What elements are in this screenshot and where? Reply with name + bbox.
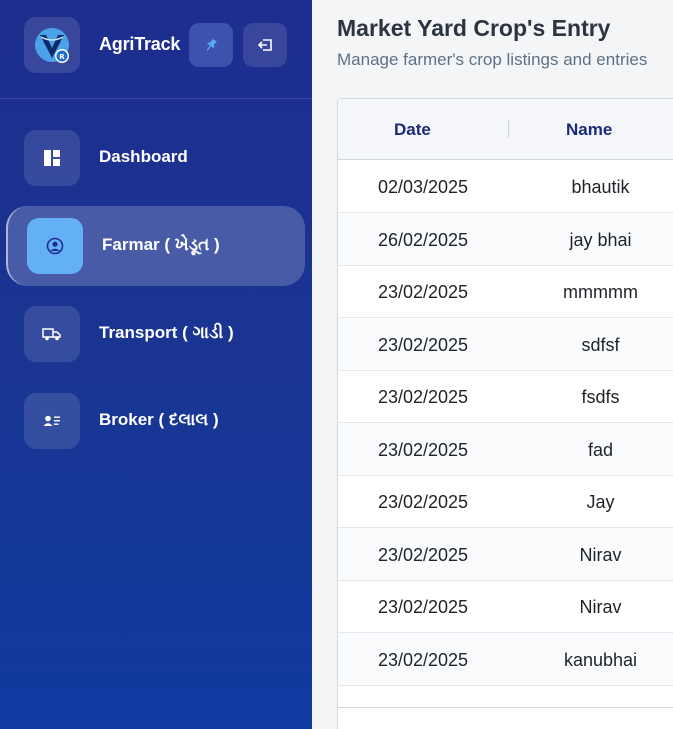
sidebar-item-label: Broker ( દલાલ ) — [99, 410, 219, 429]
pin-icon — [206, 38, 217, 51]
table-row[interactable]: 23/02/2025 kanubhai — [338, 633, 673, 686]
sidebar-item-farmar[interactable]: Farmar ( ખેડૂત ) — [6, 206, 305, 286]
app-logo[interactable]: R — [24, 17, 80, 73]
cell-date: 23/02/2025 — [377, 650, 469, 670]
column-divider[interactable] — [508, 120, 509, 138]
brand-header: R AgriTrack — [0, 0, 312, 99]
cell-date: 23/02/2025 — [377, 335, 469, 355]
cell-name: kanubhai — [563, 650, 638, 670]
column-header-name[interactable]: Name — [566, 120, 612, 140]
cell-name: Nirav — [579, 597, 622, 617]
page-title: Market Yard Crop's Entry — [337, 15, 611, 41]
cell-name: fad — [587, 440, 614, 460]
cell-date: 23/02/2025 — [377, 597, 469, 617]
sidebar-item-transport[interactable]: Transport ( ગાડી ) — [0, 294, 312, 374]
sidebar-item-label: Transport ( ગાડી ) — [99, 323, 234, 342]
logo-icon: R — [35, 28, 69, 63]
table-header: Date Name — [338, 99, 673, 160]
svg-text:R: R — [59, 53, 65, 61]
sidebar: R AgriTrack Dashboard Farmar (ખેડૂત) T… — [0, 0, 312, 729]
dashboard-icon — [24, 130, 80, 186]
cell-date: 23/02/2025 — [377, 282, 469, 302]
table-row[interactable]: 23/02/2025 fad — [338, 423, 673, 476]
table-footer-divider — [338, 707, 673, 708]
cell-name: bhautik — [571, 177, 630, 197]
cell-name: Nirav — [579, 545, 622, 565]
cell-date: 23/02/2025 — [377, 492, 469, 512]
sidebar-item-label: Dashboard — [99, 147, 188, 166]
table-row[interactable]: 23/02/2025 Nirav — [338, 580, 673, 633]
cell-name: fsdfs — [581, 387, 620, 407]
truck-icon — [24, 306, 80, 362]
id-card-icon — [24, 393, 80, 449]
cell-name: Jay — [586, 492, 615, 512]
main-content: Market Yard Crop's Entry Manage farmer's… — [312, 0, 673, 729]
table-row[interactable]: 23/02/2025 Nirav — [338, 528, 673, 581]
table-row[interactable]: 23/02/2025 Jay — [338, 475, 673, 528]
pin-sidebar-button[interactable] — [189, 23, 233, 67]
table-row[interactable]: 26/02/2025 jay bhai — [338, 213, 673, 266]
cell-date: 23/02/2025 — [377, 387, 469, 407]
cell-date: 23/02/2025 — [377, 545, 469, 565]
cell-name: jay bhai — [569, 230, 632, 250]
cell-date: 02/03/2025 — [377, 177, 469, 197]
app-name: AgriTrack — [99, 34, 181, 54]
table-row[interactable]: 23/02/2025 fsdfs — [338, 370, 673, 423]
table-row[interactable]: 02/03/2025 bhautik — [338, 160, 673, 213]
table-row[interactable]: 23/02/2025 mmmmm — [338, 265, 673, 318]
column-header-date[interactable]: Date — [394, 120, 431, 140]
user-circle-icon — [27, 218, 83, 274]
collapse-sidebar-button[interactable] — [243, 23, 287, 67]
sidebar-item-broker[interactable]: Broker ( દલાલ ) — [0, 381, 312, 461]
sidebar-item-label: Farmar ( ખેડૂત ) — [102, 235, 220, 254]
crop-entries-table: Date Name 02/03/2025 bhautik 26/02/2025 … — [337, 98, 673, 729]
cell-name: sdfsf — [581, 335, 620, 355]
cell-name: mmmmm — [563, 282, 638, 302]
exit-icon — [257, 39, 272, 51]
cell-date: 26/02/2025 — [377, 230, 469, 250]
table-row[interactable]: 23/02/2025 sdfsf — [338, 318, 673, 371]
sidebar-item-dashboard[interactable]: Dashboard — [0, 118, 312, 198]
cell-date: 23/02/2025 — [377, 440, 469, 460]
page-subtitle: Manage farmer's crop listings and entrie… — [337, 50, 648, 69]
